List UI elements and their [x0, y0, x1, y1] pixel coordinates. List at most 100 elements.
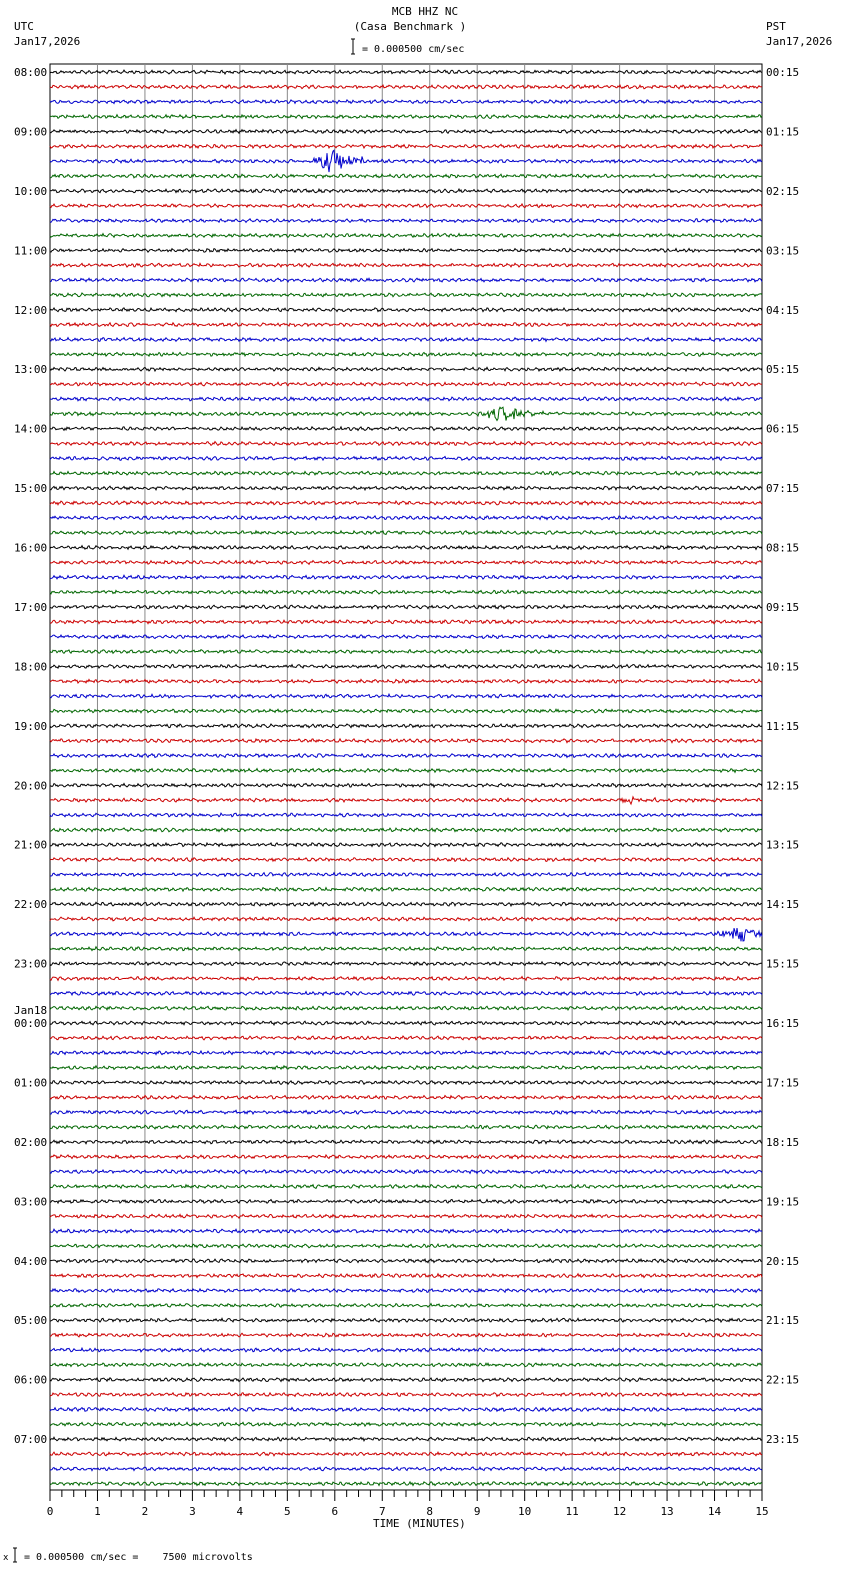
seismic-trace	[49, 589, 763, 596]
pst-hour-label: 02:15	[766, 185, 799, 198]
seismic-trace	[49, 1302, 763, 1309]
x-tick-label: 12	[613, 1505, 626, 1518]
seismic-trace	[49, 247, 762, 254]
utc-hour-label: 03:00	[14, 1195, 47, 1208]
seismic-trace	[49, 886, 763, 893]
seismic-trace	[49, 723, 763, 729]
seismic-trace	[49, 544, 763, 551]
seismic-trace	[49, 149, 763, 173]
seismic-trace	[49, 1094, 763, 1101]
seismic-trace	[49, 1257, 763, 1264]
seismic-trace	[49, 945, 763, 952]
x-tick-label: 4	[237, 1505, 244, 1518]
x-tick-label: 13	[660, 1505, 673, 1518]
seismic-trace	[49, 618, 763, 625]
utc-hour-label: 22:00	[14, 898, 47, 911]
pst-hour-label: 06:15	[766, 423, 799, 436]
utc-hour-label: 20:00	[14, 779, 47, 792]
utc-hour-label: 17:00	[14, 601, 47, 614]
seismic-trace	[49, 69, 763, 75]
seismic-trace	[50, 1079, 763, 1086]
scale-bar-icon	[351, 38, 355, 55]
seismic-trace	[49, 1272, 763, 1279]
seismic-trace	[49, 128, 763, 135]
seismic-trace	[49, 812, 763, 818]
seismic-trace	[50, 485, 763, 492]
seismic-trace	[49, 826, 763, 833]
footer-prefix: x	[3, 1553, 9, 1563]
pst-hour-label: 05:15	[766, 363, 799, 376]
pst-hour-label: 11:15	[766, 720, 799, 733]
seismic-trace	[49, 916, 763, 922]
seismic-trace	[49, 1451, 763, 1457]
pst-hour-label: 16:15	[766, 1017, 799, 1030]
pst-hour-label: 13:15	[766, 839, 799, 852]
seismic-trace	[49, 83, 763, 90]
utc-hour-label: 11:00	[14, 244, 47, 257]
x-tick-label: 8	[426, 1505, 433, 1518]
seismic-trace	[49, 928, 763, 942]
utc-hour-label: 21:00	[14, 839, 47, 852]
x-tick-label: 14	[708, 1505, 722, 1518]
seismic-trace	[49, 1213, 763, 1220]
pst-hour-label: 23:15	[766, 1433, 799, 1446]
seismic-trace	[49, 455, 763, 462]
seismic-trace	[49, 1391, 763, 1398]
seismic-trace	[49, 277, 763, 283]
seismic-trace	[49, 1332, 763, 1338]
utc-hour-label: 00:00	[14, 1017, 47, 1030]
pst-hour-label: 22:15	[766, 1374, 799, 1387]
x-tick-label: 5	[284, 1505, 291, 1518]
seismic-trace	[49, 470, 763, 476]
seismic-trace	[49, 1465, 763, 1472]
seismic-trace	[49, 603, 763, 610]
seismic-trace	[49, 262, 763, 268]
seismic-trace	[50, 752, 763, 759]
right-date: Jan17,2026	[766, 35, 832, 48]
seismic-trace	[49, 663, 763, 670]
pst-hour-label: 03:15	[766, 244, 799, 257]
utc-hour-label: 23:00	[14, 958, 47, 971]
seismic-trace	[49, 1124, 763, 1130]
seismic-trace	[49, 1436, 763, 1443]
seismic-trace	[49, 795, 763, 806]
utc-hour-label: 07:00	[14, 1433, 47, 1446]
x-tick-label: 2	[142, 1505, 149, 1518]
x-tick-label: 1	[94, 1505, 101, 1518]
seismic-trace	[49, 440, 763, 447]
x-tick-label: 0	[47, 1505, 54, 1518]
seismic-trace	[49, 1020, 763, 1027]
seismic-trace	[49, 737, 763, 744]
pst-hour-label: 21:15	[766, 1314, 799, 1327]
seismic-trace	[49, 1317, 763, 1324]
x-tick-label: 9	[474, 1505, 481, 1518]
x-tick-label: 15	[755, 1505, 768, 1518]
seismic-trace	[49, 381, 763, 387]
seismic-trace	[49, 1049, 763, 1056]
pst-hour-label: 20:15	[766, 1255, 799, 1268]
right-timezone: PST	[766, 20, 786, 33]
utc-hour-label: 19:00	[14, 720, 47, 733]
seismic-trace	[49, 1406, 763, 1413]
seismic-trace	[49, 1198, 763, 1205]
seismic-trace	[49, 1362, 763, 1368]
utc-hour-label: 12:00	[14, 304, 47, 317]
pst-hour-label: 14:15	[766, 898, 799, 911]
seismic-trace	[49, 841, 763, 848]
x-tick-label: 11	[566, 1505, 579, 1518]
seismic-trace	[49, 782, 763, 789]
pst-hour-label: 19:15	[766, 1195, 799, 1208]
pst-hour-label: 01:15	[766, 125, 799, 138]
seismic-trace	[49, 1035, 763, 1041]
seismic-trace	[50, 871, 763, 878]
pst-hour-label: 07:15	[766, 482, 799, 495]
pst-hour-label: 09:15	[766, 601, 799, 614]
seismic-trace	[49, 678, 763, 684]
seismic-trace	[49, 321, 763, 328]
footer-scale-bar-icon	[13, 1547, 17, 1563]
seismic-trace	[49, 406, 763, 422]
seismic-trace	[49, 1346, 763, 1353]
pst-hour-label: 15:15	[766, 958, 799, 971]
seismic-trace	[49, 1064, 763, 1071]
seismic-trace	[49, 500, 763, 506]
